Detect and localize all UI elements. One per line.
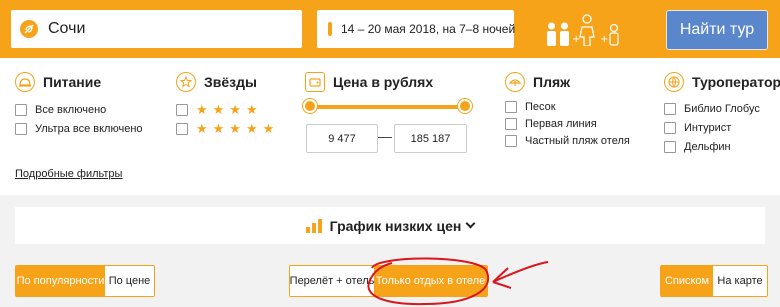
option-label: Все включено bbox=[35, 103, 107, 116]
food-option[interactable]: Все включено bbox=[15, 100, 143, 119]
operator-option[interactable]: Интурист bbox=[664, 118, 780, 137]
beach-filter: Пляж Песок Первая линия Частный пляж оте… bbox=[505, 72, 630, 149]
five-stars: ★★★★★ bbox=[196, 120, 280, 136]
trip-mode-toggle: Перелёт + отель Только отдых в отеле bbox=[289, 265, 488, 297]
four-stars: ★★★★ bbox=[196, 101, 263, 117]
city-value: Сочи bbox=[48, 20, 86, 37]
hotel-only-button[interactable]: Только отдых в отеле bbox=[374, 266, 487, 296]
checkbox[interactable] bbox=[505, 100, 517, 113]
leaf-icon bbox=[20, 20, 38, 38]
operator-option[interactable]: Библио Глобус bbox=[664, 99, 780, 118]
stars-option[interactable]: ★★★★★ bbox=[176, 119, 279, 138]
calendar-icon bbox=[328, 22, 332, 36]
add-adult-icon[interactable]: + bbox=[572, 14, 598, 46]
sort-toggle: По популярности По цене bbox=[15, 265, 155, 297]
find-tour-button[interactable]: Найти тур bbox=[666, 10, 768, 50]
price-min-input[interactable]: 9 477 bbox=[306, 124, 378, 153]
globe-icon bbox=[664, 72, 684, 92]
stars-title: Звёзды bbox=[204, 74, 257, 90]
stars-filter: Звёзды ★★★★ ★★★★★ bbox=[176, 72, 279, 138]
detailed-filters-link[interactable]: Подробные фильтры bbox=[15, 168, 122, 180]
price-range-dash bbox=[378, 137, 392, 138]
operators-filter: Туроператоры Библио Глобус Интурист Дель… bbox=[664, 72, 780, 156]
view-toggle: Списком На карте bbox=[660, 265, 768, 297]
beach-option[interactable]: Частный пляж отеля bbox=[505, 132, 630, 149]
bar-chart-icon bbox=[305, 218, 322, 233]
travelers-selector[interactable]: + + bbox=[546, 12, 622, 46]
date-field[interactable]: 14 – 20 мая 2018, на 7–8 ночей bbox=[317, 10, 516, 48]
beach-icon bbox=[505, 72, 525, 92]
low-price-chart-toggle[interactable]: График низких цен bbox=[15, 207, 765, 244]
price-max-handle[interactable] bbox=[458, 99, 472, 113]
option-label: Первая линия bbox=[525, 117, 597, 130]
option-label: Дельфин bbox=[684, 140, 731, 153]
star-icon bbox=[176, 72, 196, 92]
low-price-chart-label: График низких цен bbox=[329, 217, 462, 234]
option-label: Ультра все включено bbox=[35, 122, 143, 135]
food-cloche-icon bbox=[15, 72, 35, 92]
price-filter: Цена в рублях bbox=[305, 72, 433, 92]
checkbox[interactable] bbox=[664, 140, 676, 153]
sort-price-button[interactable]: По цене bbox=[105, 266, 154, 296]
option-label: Библио Глобус bbox=[684, 102, 760, 115]
option-label: Песок bbox=[525, 100, 556, 113]
price-slider-track[interactable] bbox=[311, 105, 465, 109]
map-view-button[interactable]: На карте bbox=[713, 266, 767, 296]
checkbox[interactable] bbox=[15, 103, 27, 116]
add-child-icon[interactable]: + bbox=[600, 20, 622, 46]
price-title: Цена в рублях bbox=[333, 74, 434, 90]
sort-popular-button[interactable]: По популярности bbox=[16, 266, 105, 296]
wallet-icon bbox=[305, 72, 325, 92]
svg-text:+: + bbox=[600, 34, 608, 45]
option-label: Интурист bbox=[684, 121, 732, 134]
flight-hotel-button[interactable]: Перелёт + отель bbox=[290, 266, 374, 296]
checkbox[interactable] bbox=[176, 103, 188, 116]
checkbox[interactable] bbox=[664, 121, 676, 134]
adult-icon bbox=[547, 22, 556, 46]
food-title: Питание bbox=[43, 74, 102, 90]
chevron-down-icon bbox=[465, 218, 476, 229]
checkbox[interactable] bbox=[664, 102, 676, 115]
food-filter: Питание Все включено Ультра все включено bbox=[15, 72, 143, 138]
checkbox[interactable] bbox=[505, 134, 517, 147]
list-view-button[interactable]: Списком bbox=[661, 266, 713, 296]
operators-title: Туроператоры bbox=[692, 74, 780, 90]
checkbox[interactable] bbox=[176, 122, 188, 135]
checkbox[interactable] bbox=[15, 122, 27, 135]
date-value: 14 – 20 мая 2018, на 7–8 ночей bbox=[341, 22, 516, 36]
price-max-input[interactable]: 185 187 bbox=[394, 124, 467, 153]
option-label: Частный пляж отеля bbox=[525, 134, 630, 147]
city-field[interactable]: Сочи bbox=[11, 10, 302, 48]
adult-icon bbox=[560, 22, 569, 46]
beach-title: Пляж bbox=[533, 74, 571, 90]
operator-option[interactable]: Дельфин bbox=[664, 137, 780, 156]
search-bar: Сочи 14 – 20 мая 2018, на 7–8 ночей + + … bbox=[0, 0, 780, 58]
svg-text:+: + bbox=[572, 34, 580, 45]
stars-option[interactable]: ★★★★ bbox=[176, 100, 279, 119]
beach-option[interactable]: Песок bbox=[505, 98, 630, 115]
food-option[interactable]: Ультра все включено bbox=[15, 119, 143, 138]
checkbox[interactable] bbox=[505, 117, 517, 130]
beach-option[interactable]: Первая линия bbox=[505, 115, 630, 132]
price-min-handle[interactable] bbox=[303, 99, 317, 113]
